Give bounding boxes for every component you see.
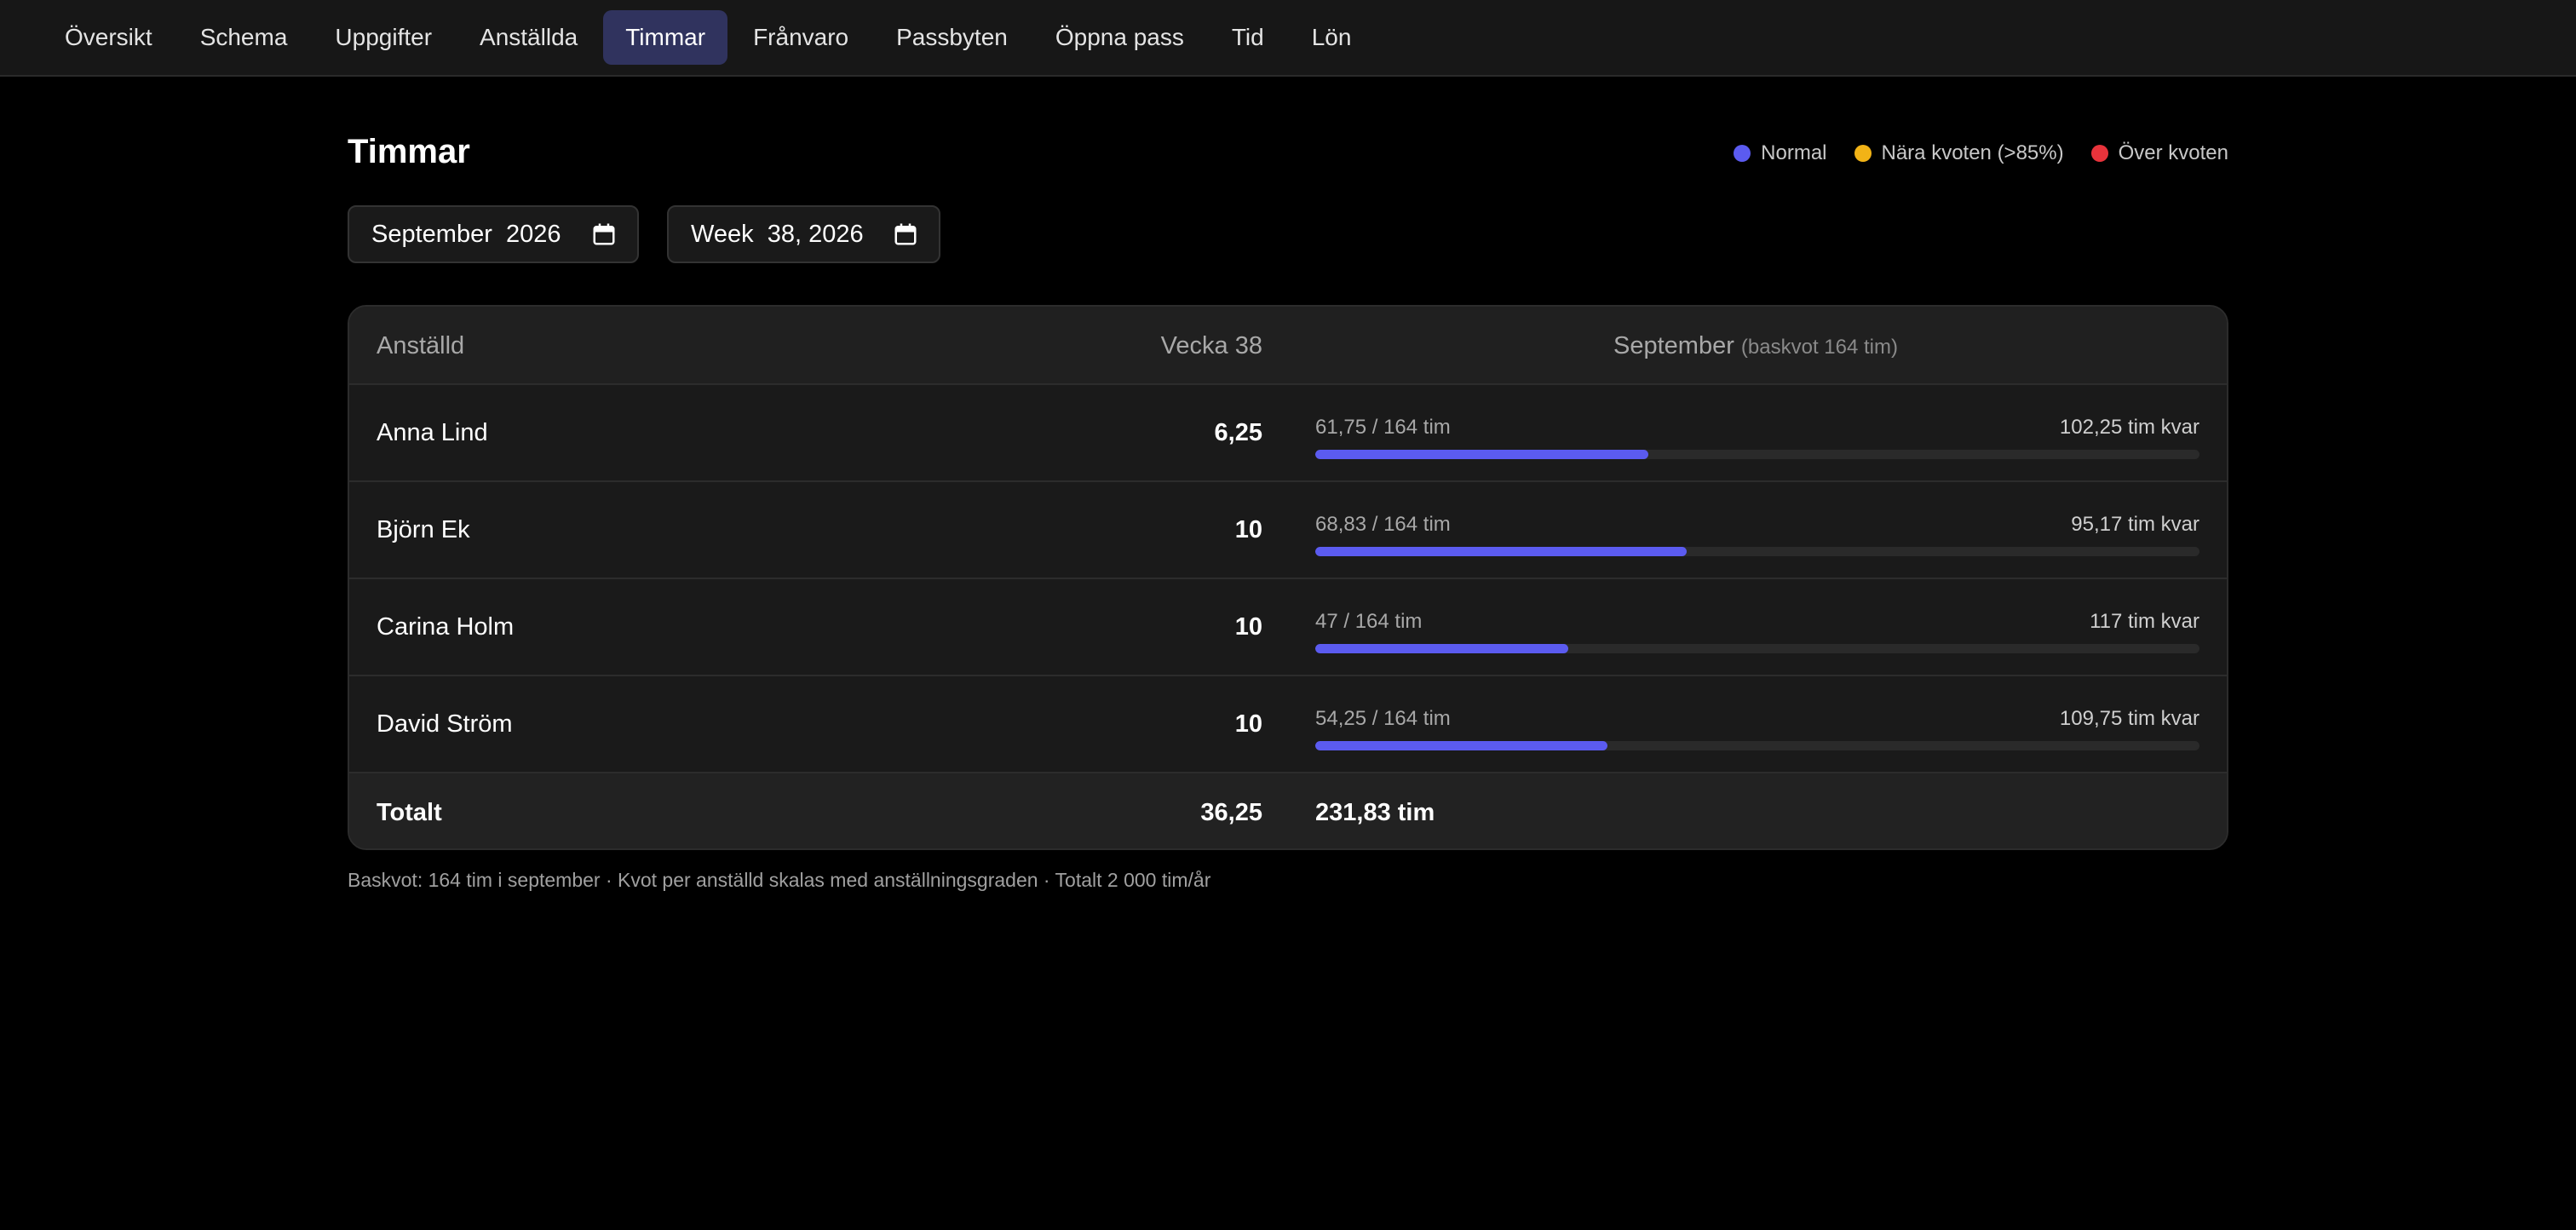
progress-track [1315,450,2199,459]
month-progress: 68,83 / 164 tim 95,17 tim kvar [1315,513,2199,556]
month-progress: 54,25 / 164 tim 109,75 tim kvar [1315,707,2199,750]
nav-item-schema[interactable]: Schema [178,10,310,65]
month-used: 61,75 / 164 tim [1315,416,1451,439]
nav-item-passbyten[interactable]: Passbyten [874,10,1030,65]
header-employee: Anställd [377,332,465,359]
progress-fill [1315,547,1687,556]
employee-name: David Ström [377,710,513,738]
total-week-hours: 36,25 [1200,799,1262,826]
table-row: Carina Holm 10 47 / 164 tim 117 tim kvar [349,579,2227,676]
progress-fill [1315,741,1608,750]
employee-name: Björn Ek [377,516,470,543]
month-progress: 47 / 164 tim 117 tim kvar [1315,610,2199,653]
header-month-label: September [1613,332,1734,359]
week-picker-value: Week 38, 2026 [691,220,864,248]
employee-name: Anna Lind [377,419,488,446]
legend-dot-over-quota [2090,145,2108,162]
month-picker[interactable]: September 2026 [348,205,639,263]
table-row: David Ström 10 54,25 / 164 tim 109,75 ti… [349,676,2227,773]
month-used: 54,25 / 164 tim [1315,707,1451,730]
nav-item-uppgifter[interactable]: Uppgifter [313,10,454,65]
header-month-subtitle: (baskvot 164 tim) [1740,336,1898,359]
month-remaining: 117 tim kvar [2090,610,2199,633]
progress-track [1315,644,2199,653]
table-row: Anna Lind 6,25 61,75 / 164 tim 102,25 ti… [349,385,2227,482]
legend-item-normal: Normal [1734,141,1827,165]
month-progress: 61,75 / 164 tim 102,25 tim kvar [1315,416,2199,459]
legend-label-over-quota: Över kvoten [2118,141,2228,164]
date-pickers: September 2026 Week 38, 2026 [348,204,2228,281]
employee-name: Carina Holm [377,613,515,641]
nav-item-oppna-pass[interactable]: Öppna pass [1033,10,1206,65]
main-content: Timmar Normal Nära kvoten (>85%) Över kv… [348,77,2228,891]
table-header: Anställd Vecka 38 September (baskvot 164… [349,307,2227,385]
total-label: Totalt [377,799,442,826]
hours-table: Anställd Vecka 38 September (baskvot 164… [348,305,2228,850]
month-remaining: 102,25 tim kvar [2059,416,2199,439]
calendar-icon[interactable] [893,221,918,247]
legend-dot-near-quota [1854,145,1872,162]
month-used: 47 / 164 tim [1315,610,1423,633]
nav-item-timmar[interactable]: Timmar [603,10,728,65]
progress-fill [1315,644,1569,653]
month-used: 68,83 / 164 tim [1315,513,1451,536]
top-navigation: Översikt Schema Uppgifter Anställda Timm… [0,0,2576,77]
legend-label-near-quota: Nära kvoten (>85%) [1881,141,2064,164]
legend-item-over-quota: Över kvoten [2090,141,2228,165]
nav-item-anstallda[interactable]: Anställda [457,10,600,65]
legend-item-near-quota: Nära kvoten (>85%) [1854,141,2064,165]
progress-track [1315,547,2199,556]
month-remaining: 95,17 tim kvar [2071,513,2199,536]
week-hours: 10 [1234,613,1262,641]
legend: Normal Nära kvoten (>85%) Över kvoten [1706,141,2228,165]
table-row: Björn Ek 10 68,83 / 164 tim 95,17 tim kv… [349,482,2227,579]
nav-item-tid[interactable]: Tid [1210,10,1286,65]
page-title: Timmar [348,133,470,170]
week-hours: 10 [1234,710,1262,738]
legend-dot-normal [1734,145,1751,162]
total-month-hours: 231,83 tim [1315,799,1435,826]
table-total-row: Totalt 36,25 231,83 tim [349,773,2227,848]
month-remaining: 109,75 tim kvar [2059,707,2199,730]
week-hours: 6,25 [1214,419,1262,446]
progress-track [1315,741,2199,750]
legend-label-normal: Normal [1761,141,1827,164]
week-picker[interactable]: Week 38, 2026 [667,205,940,263]
header-month: September (baskvot 164 tim) [1613,332,1898,360]
nav-item-oversikt[interactable]: Översikt [43,10,175,65]
header-week: Vecka 38 [1160,332,1262,359]
progress-fill [1315,450,1648,459]
page-header: Timmar Normal Nära kvoten (>85%) Över kv… [348,77,2228,204]
month-picker-value: September 2026 [371,220,561,248]
calendar-icon[interactable] [591,221,617,247]
nav-item-lon[interactable]: Lön [1290,10,1374,65]
week-hours: 10 [1234,516,1262,543]
footnote: Baskvot: 164 tim i september · Kvot per … [348,869,1211,891]
nav-item-franvaro[interactable]: Frånvaro [731,10,871,65]
